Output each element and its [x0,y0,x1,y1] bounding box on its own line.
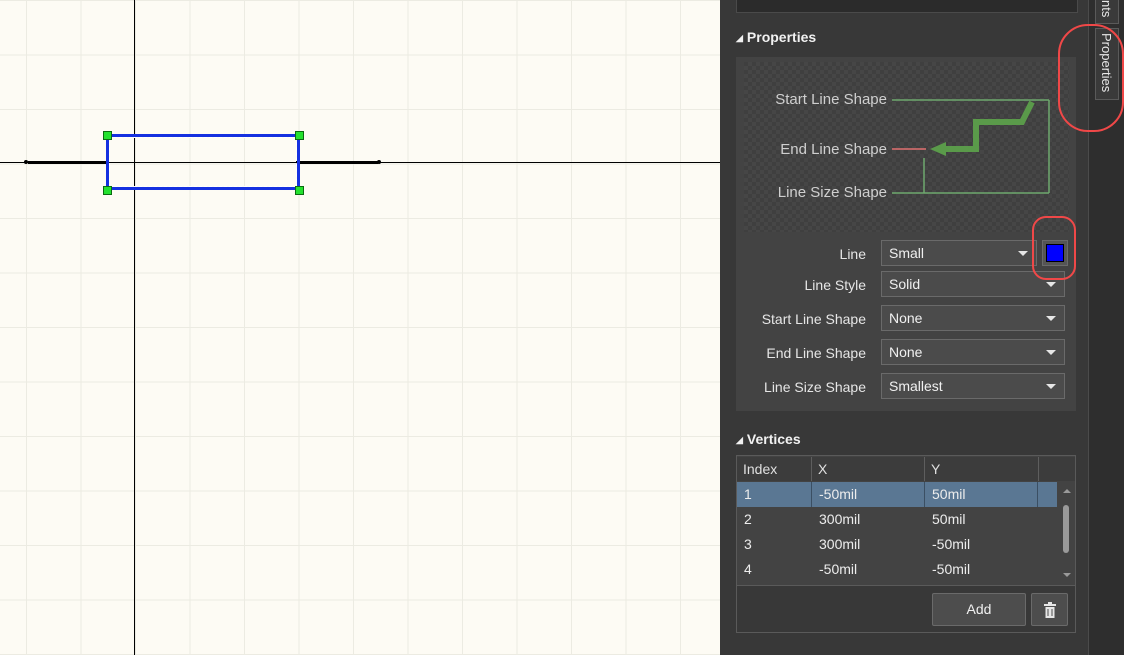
line-size-shape-label: Line Size Shape [764,379,866,395]
scroll-up-icon[interactable] [1063,489,1071,493]
column-header-y[interactable]: Y [925,457,1039,481]
vertices-section-header[interactable]: ◢ Vertices [736,431,801,447]
line-style-label: Line Style [804,277,866,293]
scroll-thumb[interactable] [1063,505,1069,553]
cell-x[interactable]: 300mil [812,532,925,557]
vertex-handle-top-left[interactable] [103,131,112,140]
line-width-value: Small [889,245,925,261]
pin-end-right [377,160,381,164]
annotation-circle-properties-tab [1058,24,1124,132]
line-shape-preview: Start Line Shape End Line Shape Line Siz… [744,62,1069,232]
cell-y[interactable]: -50mil [925,557,1038,582]
panel-top-strip [736,0,1078,13]
table-row[interactable]: 3 300mil -50mil [737,532,1057,557]
resistor-lead-left [28,161,108,164]
cell-index: 4 [744,561,752,577]
line-label: Line [839,246,866,262]
resistor-lead-right [296,161,378,164]
vertex-handle-bottom-left[interactable] [103,186,112,195]
annotation-circle-color [1032,216,1076,280]
vertex-handle-top-right[interactable] [295,131,304,140]
chevron-down-icon [1018,251,1028,256]
collapse-triangle-icon: ◢ [736,33,743,43]
start-line-shape-value: None [889,310,923,326]
tab-components[interactable]: nts [1095,0,1119,24]
table-row[interactable]: 2 300mil 50mil [737,507,1057,532]
preview-label-end: End Line Shape [780,141,887,158]
chevron-down-icon [1046,384,1056,389]
cell-index: 3 [744,536,752,552]
end-line-shape-dropdown[interactable]: None [881,339,1065,365]
chevron-down-icon [1046,282,1056,287]
line-size-shape-value: Smallest [889,378,943,394]
cell-index: 1 [737,482,812,507]
cell-index: 2 [744,511,752,527]
properties-panel: ◢ Properties Start Line Shape End Line Sh… [720,0,1088,655]
chevron-down-icon [1046,350,1056,355]
start-line-shape-dropdown[interactable]: None [881,305,1065,331]
add-vertex-button[interactable]: Add [932,593,1026,626]
vertex-handle-bottom-right[interactable] [295,186,304,195]
column-header-spacer [1039,457,1075,481]
chevron-down-icon [1046,316,1056,321]
table-row[interactable]: 1 -50mil 50mil [737,482,1057,507]
scroll-down-icon[interactable] [1063,573,1071,577]
end-line-shape-label: End Line Shape [766,345,866,361]
vertices-scrollbar[interactable] [1060,483,1074,583]
start-line-shape-label: Start Line Shape [761,311,866,327]
properties-section-header[interactable]: ◢ Properties [736,29,816,45]
trash-icon [1044,602,1056,618]
cell-x[interactable]: -50mil [812,482,925,507]
tab-components-label: nts [1099,0,1114,18]
y-axis-line [134,0,135,655]
line-style-value: Solid [889,276,921,292]
cell-x[interactable]: -50mil [812,557,925,582]
preview-label-size: Line Size Shape [777,184,887,201]
end-line-shape-value: None [889,344,923,360]
collapse-triangle-icon: ◢ [736,435,743,445]
pin-end-left [24,160,28,164]
cell-x[interactable]: 300mil [812,507,925,532]
delete-vertex-button[interactable] [1031,593,1068,626]
table-row[interactable]: 4 -50mil -50mil [737,557,1057,582]
preview-label-start: Start Line Shape [775,91,887,108]
line-size-shape-dropdown[interactable]: Smallest [881,373,1065,399]
schematic-canvas[interactable] [0,0,720,655]
cell-y[interactable]: 50mil [925,507,1038,532]
column-header-x[interactable]: X [812,457,925,481]
properties-header-label: Properties [746,29,817,45]
selected-polyline-rectangle[interactable] [106,134,300,190]
cell-y[interactable]: -50mil [925,532,1038,557]
vertices-header-label: Vertices [746,431,801,447]
cell-y[interactable]: 50mil [925,482,1038,507]
line-width-dropdown[interactable]: Small [881,240,1037,266]
column-header-index[interactable]: Index [737,457,812,481]
